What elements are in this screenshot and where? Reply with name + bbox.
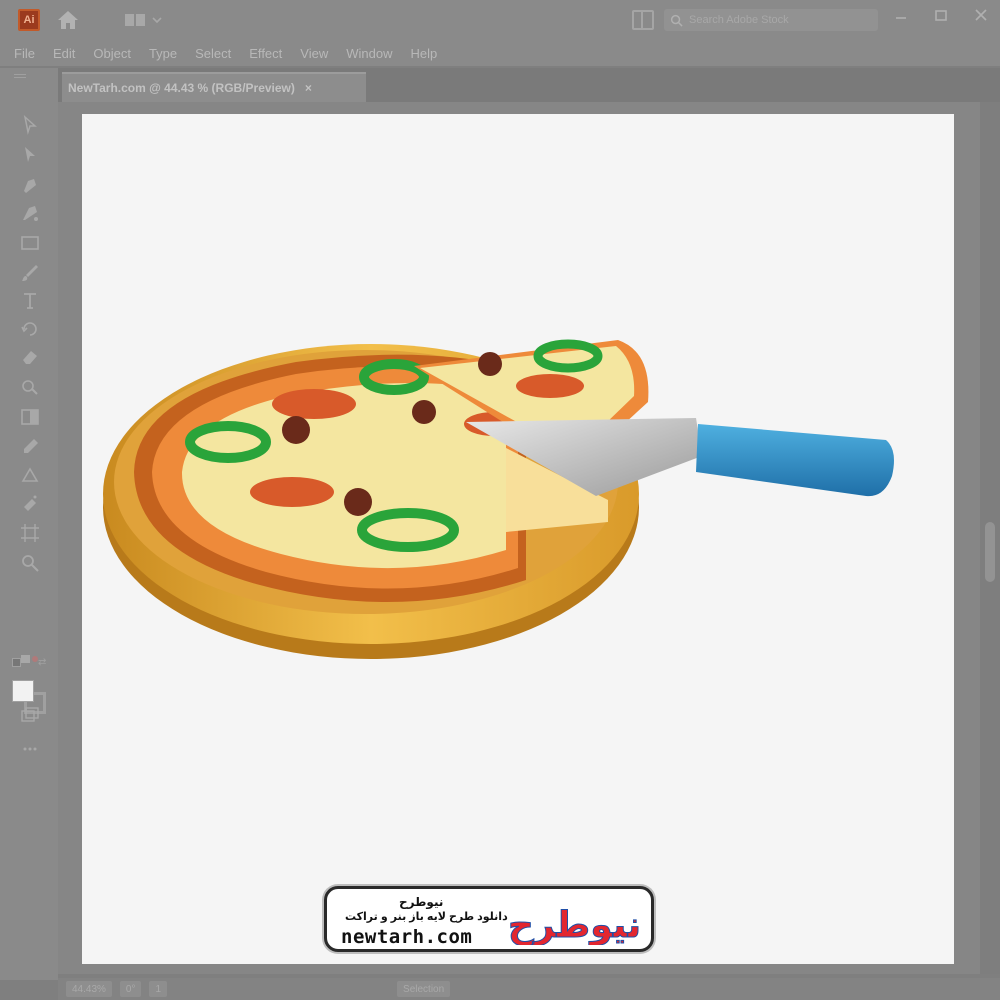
menu-view[interactable]: View xyxy=(300,46,328,61)
symbol-sprayer-tool-icon[interactable] xyxy=(19,492,41,514)
watermark-tagline: دانلود طرح لایه باز بنر و تراکت xyxy=(345,911,508,923)
menu-file[interactable]: File xyxy=(14,46,35,61)
screen-mode-icon[interactable] xyxy=(19,704,41,726)
current-tool-status: Selection xyxy=(397,981,451,997)
watermark-url: newtarh.com xyxy=(341,926,473,948)
document-tab-title: NewTarh.com @ 44.43 % (RGB/Preview) xyxy=(68,81,295,95)
color-mode-icon[interactable] xyxy=(19,648,41,670)
toolbar-collapse-handle[interactable] xyxy=(14,74,26,78)
scrollbar-thumb[interactable] xyxy=(985,522,995,582)
pizza-illustration[interactable] xyxy=(96,322,906,672)
minimize-icon[interactable] xyxy=(892,6,910,24)
shape-builder-tool-icon[interactable] xyxy=(19,376,41,398)
edit-toolbar-icon[interactable] xyxy=(19,738,41,760)
menu-bar: File Edit Object Type Select Effect View… xyxy=(0,40,1000,66)
eyedropper-tool-icon[interactable] xyxy=(19,436,41,458)
zoom-level-field[interactable]: 44.43% xyxy=(66,981,112,997)
chevron-down-icon xyxy=(152,17,162,24)
fill-color-swatch[interactable] xyxy=(12,680,34,702)
app-bar: Ai xyxy=(0,0,1000,40)
status-bar: 44.43% 0° 1 Selection xyxy=(58,978,1000,1000)
search-icon xyxy=(670,14,683,27)
paintbrush-tool-icon[interactable] xyxy=(19,262,41,284)
gradient-tool-icon[interactable] xyxy=(19,406,41,428)
menu-window[interactable]: Window xyxy=(346,46,392,61)
illustrator-logo-icon[interactable]: Ai xyxy=(18,9,40,31)
menu-object[interactable]: Object xyxy=(93,46,131,61)
menu-select[interactable]: Select xyxy=(195,46,231,61)
selection-tool-icon[interactable] xyxy=(19,114,41,136)
tools-panel: ⇄ xyxy=(0,68,58,980)
direct-selection-tool-icon[interactable] xyxy=(19,144,41,166)
zoom-tool-icon[interactable] xyxy=(19,552,41,574)
restore-icon[interactable] xyxy=(932,6,950,24)
rotate-tool-icon[interactable] xyxy=(19,318,41,340)
watermark-logo-text: نیوطرح xyxy=(508,905,641,945)
arrange-documents-icon[interactable] xyxy=(632,10,654,30)
home-icon[interactable] xyxy=(56,9,80,31)
menu-type[interactable]: Type xyxy=(149,46,177,61)
search-input[interactable] xyxy=(689,14,878,26)
window-controls xyxy=(892,6,990,24)
vertical-scrollbar[interactable] xyxy=(980,102,1000,974)
tab-close-icon[interactable]: × xyxy=(305,81,312,95)
newtarh-watermark-badge: نیوطرح دانلود طرح لایه باز بنر و تراکت n… xyxy=(324,886,654,952)
artboard-navigator[interactable]: 1 xyxy=(149,981,168,997)
rectangle-tool-icon[interactable] xyxy=(19,232,41,254)
menu-effect[interactable]: Effect xyxy=(249,46,282,61)
document-tab-bar: NewTarh.com @ 44.43 % (RGB/Preview) × xyxy=(58,68,1000,102)
blend-tool-icon[interactable] xyxy=(19,464,41,486)
watermark-brand-name: نیوطرح xyxy=(399,895,444,909)
close-icon[interactable] xyxy=(972,6,990,24)
menu-help[interactable]: Help xyxy=(410,46,437,61)
newtarh-logo-icon: نیوطرح xyxy=(507,905,641,946)
search-field[interactable] xyxy=(664,9,878,31)
eraser-tool-icon[interactable] xyxy=(19,346,41,368)
workspace-grid-icon xyxy=(125,14,145,26)
menu-edit[interactable]: Edit xyxy=(53,46,75,61)
artboard-tool-icon[interactable] xyxy=(19,522,41,544)
pen-tool-icon[interactable] xyxy=(19,174,41,196)
document-tab[interactable]: NewTarh.com @ 44.43 % (RGB/Preview) × xyxy=(62,72,366,102)
curvature-tool-icon[interactable] xyxy=(19,202,41,224)
type-tool-icon[interactable] xyxy=(19,290,41,312)
rotation-field[interactable]: 0° xyxy=(119,981,142,997)
workspace-switcher-button[interactable] xyxy=(124,10,172,30)
